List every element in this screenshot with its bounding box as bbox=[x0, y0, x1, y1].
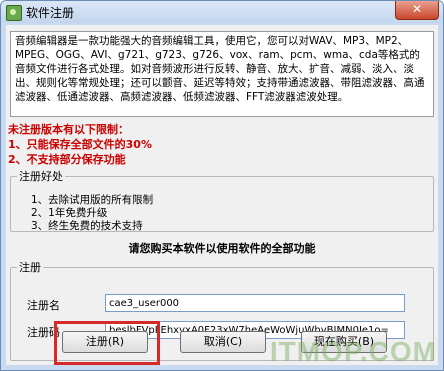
benefits-list: 1、去除试用版的所有限制 2、1年免费升级 3、终生免费的技术支持 bbox=[31, 194, 153, 233]
limit-item: 2、不支持部分保存功能 bbox=[8, 153, 126, 166]
limits-heading: 未注册版本有以下限制： bbox=[8, 123, 129, 136]
window-title: 软件注册 bbox=[26, 6, 75, 20]
benefits-legend: 注册好处 bbox=[19, 170, 63, 183]
registration-dialog: 软件注册 ✕ 音频编辑器是一款功能强大的音频编辑工具，使用它，您可以对WAV、M… bbox=[0, 0, 444, 371]
registration-legend: 注册 bbox=[19, 261, 41, 274]
benefit-item: 2、1年免费升级 bbox=[31, 207, 108, 219]
close-button[interactable]: ✕ bbox=[395, 1, 439, 20]
benefits-group: 注册好处 1、去除试用版的所有限制 2、1年免费升级 3、终生免费的技术支持 bbox=[10, 168, 434, 232]
limits-section: 未注册版本有以下限制： 1、只能保存全部文件的30% 2、不支持部分保存功能 bbox=[8, 122, 152, 167]
watermark-logo: ITMOP.COM bbox=[269, 336, 437, 367]
benefit-item: 3、终生免费的技术支持 bbox=[31, 220, 143, 232]
name-field[interactable] bbox=[105, 294, 405, 312]
name-label: 注册名 bbox=[27, 299, 60, 312]
benefit-item: 1、去除试用版的所有限制 bbox=[31, 194, 154, 206]
description-text: 音频编辑器是一款功能强大的音频编辑工具，使用它，您可以对WAV、MP3、MP2、… bbox=[10, 31, 434, 117]
buy-notice: 请您购买本软件以使用软件的全部功能 bbox=[128, 242, 316, 255]
limit-item: 1、只能保存全部文件的30% bbox=[8, 138, 152, 151]
title-bar[interactable]: 软件注册 ✕ bbox=[1, 1, 443, 23]
highlight-box bbox=[54, 321, 160, 365]
cancel-button[interactable]: 取消(C) bbox=[180, 331, 266, 353]
dialog-body: 音频编辑器是一款功能强大的音频编辑工具，使用它，您可以对WAV、MP3、MP2、… bbox=[6, 25, 438, 365]
app-icon bbox=[6, 5, 22, 21]
